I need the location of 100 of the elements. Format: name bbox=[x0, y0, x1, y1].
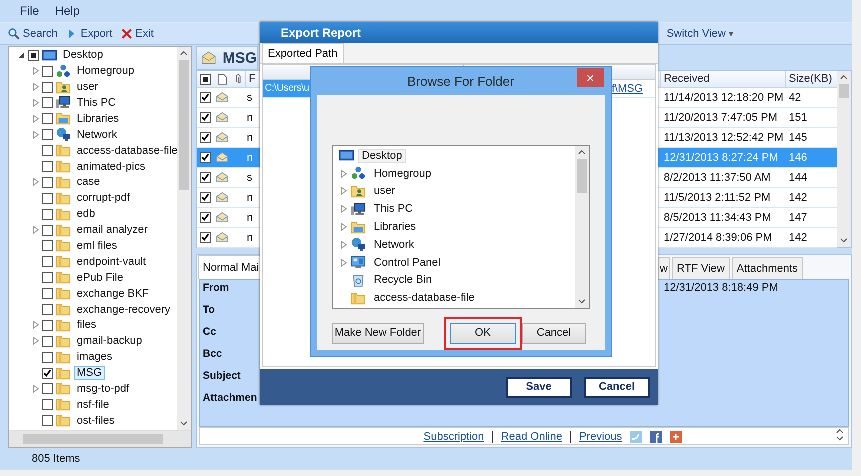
tree-item[interactable]: edb bbox=[74, 207, 98, 222]
tree-item[interactable]: files bbox=[74, 318, 100, 332]
tree-item[interactable]: animated-pics bbox=[74, 160, 148, 174]
expand-arrow-icon[interactable] bbox=[33, 178, 39, 186]
expand-arrow-icon[interactable] bbox=[341, 240, 347, 249]
menu-item[interactable]: File bbox=[20, 4, 40, 18]
tree-item[interactable]: user bbox=[370, 184, 400, 198]
scroll-down-icon[interactable] bbox=[578, 299, 586, 304]
tree-item[interactable]: This PC bbox=[370, 202, 418, 216]
scrollbar[interactable] bbox=[177, 47, 191, 430]
tab[interactable]: RTF View bbox=[672, 257, 730, 280]
plus-icon[interactable] bbox=[670, 431, 682, 444]
tree-item[interactable]: msg-to-pdf bbox=[74, 382, 133, 396]
toolbar-button[interactable]: Exit bbox=[116, 28, 158, 40]
close-button[interactable]: × bbox=[577, 68, 604, 87]
tree-item[interactable]: exchange BKF bbox=[74, 286, 152, 301]
checkbox[interactable] bbox=[200, 92, 210, 104]
tree-item[interactable]: exchange-recovery bbox=[74, 302, 174, 317]
checkbox[interactable] bbox=[200, 172, 210, 184]
checkbox[interactable] bbox=[200, 112, 210, 124]
checkbox[interactable] bbox=[200, 192, 210, 204]
expand-arrow-icon[interactable] bbox=[341, 223, 347, 232]
tree-item[interactable]: endpoint-vault bbox=[74, 254, 150, 269]
scroll-up-icon[interactable] bbox=[578, 150, 586, 155]
checkbox[interactable] bbox=[42, 320, 53, 331]
expand-arrow-icon[interactable] bbox=[341, 170, 347, 178]
tree-item[interactable]: nsf-file bbox=[74, 398, 112, 412]
expand-arrow-icon[interactable] bbox=[33, 98, 39, 107]
checkbox[interactable] bbox=[42, 399, 53, 410]
tree-item[interactable]: Homegroup bbox=[74, 64, 138, 78]
expand-arrow-icon[interactable] bbox=[33, 226, 39, 234]
tree-item[interactable]: Network bbox=[370, 238, 418, 252]
checkbox[interactable] bbox=[42, 288, 53, 300]
expand-arrow-icon[interactable] bbox=[341, 258, 347, 267]
checkbox[interactable] bbox=[42, 368, 53, 379]
scrollbar[interactable] bbox=[837, 71, 851, 248]
checkbox[interactable] bbox=[42, 129, 53, 140]
link[interactable]: Subscription bbox=[424, 431, 484, 444]
scroll-thumb[interactable] bbox=[23, 434, 163, 444]
checkbox[interactable] bbox=[200, 132, 210, 144]
checkbox[interactable] bbox=[42, 82, 53, 93]
checkbox[interactable] bbox=[42, 256, 53, 268]
expand-arrow-icon[interactable] bbox=[33, 67, 39, 76]
expand-arrow-icon[interactable] bbox=[33, 130, 39, 139]
checkbox[interactable] bbox=[42, 224, 53, 236]
tab[interactable]: Attachments bbox=[732, 257, 804, 280]
expand-arrow-icon[interactable] bbox=[33, 337, 39, 346]
scroll-thumb[interactable] bbox=[839, 84, 849, 98]
expand-arrow-icon[interactable] bbox=[33, 321, 39, 330]
menu-item[interactable]: Help bbox=[55, 4, 80, 18]
checkbox[interactable] bbox=[42, 176, 53, 188]
social-icon[interactable] bbox=[650, 431, 662, 444]
link[interactable]: Previous bbox=[579, 431, 622, 444]
scroll-up-icon[interactable] bbox=[840, 75, 848, 80]
tree-item[interactable]: access-database-file bbox=[370, 291, 479, 306]
tree-item[interactable]: Homegroup bbox=[370, 166, 436, 181]
scrollbar[interactable] bbox=[575, 146, 589, 308]
tree-item[interactable]: Libraries bbox=[370, 220, 420, 234]
checkbox[interactable] bbox=[42, 66, 53, 77]
tree-item[interactable]: MSG bbox=[74, 366, 106, 380]
tree-item[interactable]: gmail-backup bbox=[74, 334, 146, 348]
tree-item[interactable]: Desktop bbox=[60, 48, 106, 62]
scroll-thumb[interactable] bbox=[577, 159, 587, 193]
checkbox[interactable] bbox=[42, 192, 53, 204]
checkbox[interactable] bbox=[42, 161, 53, 172]
tree-item[interactable]: images bbox=[74, 350, 116, 364]
column-header[interactable]: Received bbox=[664, 73, 710, 86]
tab[interactable]: Exported Path bbox=[262, 43, 344, 63]
checkbox[interactable] bbox=[42, 208, 53, 220]
tree-item[interactable]: Libraries bbox=[74, 112, 122, 126]
scrollbar[interactable] bbox=[9, 430, 191, 448]
dialog-button[interactable]: Cancel bbox=[522, 322, 586, 344]
tree-item[interactable]: corrupt-pdf bbox=[74, 191, 134, 206]
checkbox[interactable] bbox=[42, 272, 53, 284]
tree-item[interactable]: ePub File bbox=[74, 270, 126, 285]
checkbox[interactable] bbox=[200, 232, 210, 244]
checkbox[interactable] bbox=[200, 74, 210, 85]
dialog-button[interactable]: Save bbox=[506, 376, 572, 398]
checkbox[interactable] bbox=[42, 97, 53, 108]
checkbox[interactable] bbox=[42, 304, 53, 316]
toolbar-button[interactable]: Export bbox=[62, 28, 117, 40]
scroll-thumb[interactable] bbox=[179, 60, 189, 190]
tree-item[interactable]: email analyzer bbox=[74, 223, 151, 238]
checkbox[interactable] bbox=[42, 336, 53, 347]
checkbox[interactable] bbox=[42, 352, 53, 363]
scroll-down-icon[interactable] bbox=[180, 421, 188, 426]
collapse-arrow-icon[interactable] bbox=[19, 51, 25, 60]
tree-item[interactable]: eml files bbox=[74, 238, 120, 253]
tree-item[interactable]: Network bbox=[74, 128, 120, 142]
checkbox[interactable] bbox=[42, 415, 53, 426]
scroll-arrows-icon[interactable] bbox=[836, 428, 844, 442]
tree-item[interactable]: This PC bbox=[74, 96, 120, 110]
checkbox[interactable] bbox=[42, 383, 53, 394]
dialog-button[interactable]: Make New Folder bbox=[332, 322, 424, 344]
tab[interactable]: w bbox=[658, 257, 670, 280]
toolbar-button[interactable]: Search bbox=[4, 28, 62, 40]
checkbox[interactable] bbox=[42, 240, 53, 252]
dialog-button[interactable]: Cancel bbox=[584, 376, 650, 398]
link[interactable]: Read Online bbox=[501, 431, 562, 444]
column-header[interactable]: F bbox=[249, 73, 256, 86]
